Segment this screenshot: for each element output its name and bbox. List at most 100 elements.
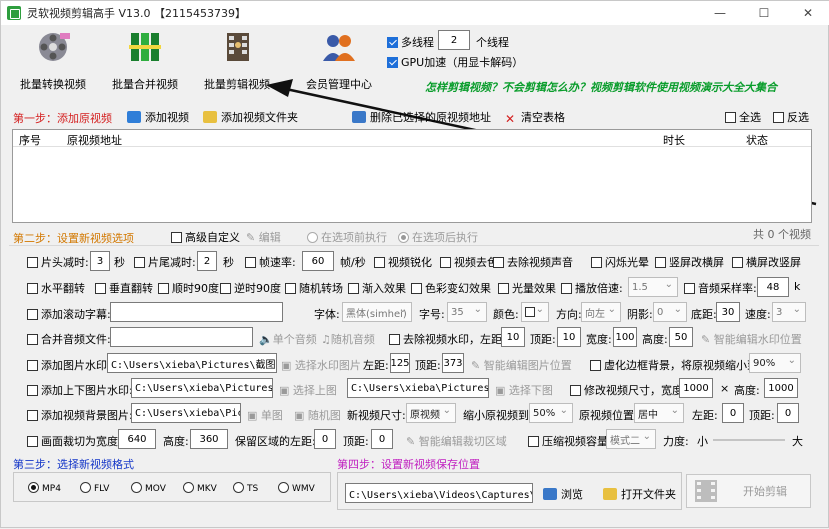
smart-image-position-button[interactable]: ✎ 智能编辑图片位置 [471, 357, 572, 373]
choose-bottom-image-button[interactable]: ▣ 选择下图 [495, 382, 553, 398]
mov-radio[interactable] [131, 482, 142, 493]
remove-audio-checkbox[interactable]: 去除视频声音 [493, 254, 573, 270]
fade-in-check[interactable] [348, 283, 359, 294]
sample-rate-input[interactable]: 48 [757, 277, 789, 297]
blur-background-checkbox[interactable]: 虚化边框背景，将原视频缩小到: [590, 357, 762, 373]
random-transition-check[interactable] [285, 283, 296, 294]
top-bottom-image-checkbox[interactable]: 添加上下图片水印: [27, 382, 133, 398]
remove-watermark-check[interactable] [389, 334, 400, 345]
before-exec-radio[interactable]: 在选项前执行 [307, 229, 387, 245]
light-fx-checkbox[interactable]: 光量效果 [498, 280, 556, 296]
audio-file-input[interactable] [110, 327, 253, 347]
fade-in-checkbox[interactable]: 渐入效果 [348, 280, 406, 296]
random-image-button[interactable]: ▣ 随机图 [294, 407, 341, 423]
bg-image-check[interactable] [27, 410, 38, 421]
select-all-check[interactable] [725, 112, 736, 123]
direction-select[interactable]: 向左 [581, 302, 621, 322]
scroll-subtitle-checkbox[interactable]: 添加滚动字幕: [27, 306, 111, 322]
image-watermark-path[interactable]: C:\Users\xieba\Pictures\截图\Ymhc [107, 353, 277, 373]
crop-width-input[interactable]: 640 [118, 429, 156, 449]
invert-check[interactable] [773, 112, 784, 123]
remove-audio-check[interactable] [493, 257, 504, 268]
bg-image-path[interactable]: C:\Users\xieba\Pictures [131, 403, 241, 423]
keep-top-input[interactable]: 0 [371, 429, 393, 449]
flv-radio[interactable] [80, 482, 91, 493]
single-image-button[interactable]: ▣ 单图 [247, 407, 283, 423]
add-folder-button[interactable]: 添加视频文件夹 [203, 109, 298, 125]
position-select[interactable]: 居中 [634, 403, 684, 423]
light-fx-check[interactable] [498, 283, 509, 294]
fps-input[interactable]: 60 [302, 251, 334, 271]
compress-checkbox[interactable]: 压缩视频容量 [528, 433, 608, 449]
crop-height-input[interactable]: 360 [190, 429, 228, 449]
color-fx-checkbox[interactable]: 色彩变幻效果 [411, 280, 491, 296]
wm-height-input[interactable]: 50 [669, 327, 693, 347]
scroll-speed-select[interactable]: 3 [772, 302, 806, 322]
add-video-button[interactable]: 添加视频 [127, 109, 189, 125]
color-fx-check[interactable] [411, 283, 422, 294]
size-select[interactable]: 35 [447, 302, 487, 322]
shadow-select[interactable]: 0 [653, 302, 687, 322]
merge-audio-check[interactable] [27, 334, 38, 345]
bg-top-input[interactable]: 0 [777, 403, 799, 423]
new-size-select[interactable]: 原视频 [406, 403, 456, 423]
flash-check[interactable] [591, 257, 602, 268]
shrink-select[interactable]: 50% [529, 403, 573, 423]
font-select[interactable]: 黑体(simhei) [342, 302, 412, 322]
video-table[interactable]: 序号 原视频地址 时长 状态 [12, 129, 812, 223]
blur-scale-select[interactable]: 90% [749, 353, 801, 373]
choose-watermark-image-button[interactable]: ▣ 选择水印图片 [281, 357, 361, 373]
resize-height-input[interactable]: 1000 [764, 378, 798, 398]
h2v-checkbox[interactable]: 横屏改竖屏 [732, 254, 801, 270]
start-edit-button[interactable]: 开始剪辑 [686, 474, 811, 508]
remove-watermark-checkbox[interactable]: 去除视频水印，左距: [389, 331, 506, 347]
choose-top-image-button[interactable]: ▣ 选择上图 [279, 382, 337, 398]
clear-table-button[interactable]: ✕ 清空表格 [505, 109, 565, 125]
speed-check[interactable] [561, 283, 572, 294]
speed-select[interactable]: 1.5 [628, 277, 678, 297]
cw90-check[interactable] [158, 283, 169, 294]
sample-rate-check[interactable] [684, 283, 695, 294]
decolor-checkbox[interactable]: 视频去色 [440, 254, 498, 270]
wm-left-input[interactable]: 10 [501, 327, 525, 347]
format-mov-radio[interactable]: MOV [131, 481, 166, 494]
wm-width-input[interactable]: 100 [613, 327, 637, 347]
fps-checkbox[interactable]: 帧速率: [245, 254, 296, 270]
vflip-check[interactable] [95, 283, 106, 294]
sharpen-check[interactable] [374, 257, 385, 268]
delete-selected-button[interactable]: 删除已选择的原视频地址 [352, 109, 491, 125]
format-flv-radio[interactable]: FLV [80, 481, 109, 494]
select-all-button[interactable]: 全选 [725, 109, 761, 125]
tail-cut-check[interactable] [134, 257, 145, 268]
random-transition-checkbox[interactable]: 随机转场 [285, 280, 343, 296]
mp4-radio[interactable] [28, 482, 39, 493]
speed-checkbox[interactable]: 播放倍速: [561, 280, 623, 296]
advanced-check[interactable] [171, 232, 182, 243]
v2h-check[interactable] [655, 257, 666, 268]
bottom-image-path[interactable]: C:\Users\xieba\Pictures\Scree [347, 378, 489, 398]
bg-image-checkbox[interactable]: 添加视频背景图片: [27, 407, 133, 423]
head-cut-check[interactable] [27, 257, 38, 268]
smart-watermark-button[interactable]: ✎ 智能编辑水印位置 [701, 331, 802, 347]
compress-check[interactable] [528, 436, 539, 447]
merge-audio-checkbox[interactable]: 合并音频文件: [27, 331, 111, 347]
hflip-check[interactable] [27, 283, 38, 294]
sample-rate-checkbox[interactable]: 音频采样率: [684, 280, 757, 296]
img-left-input[interactable]: 125 [390, 353, 410, 373]
tail-cut-input[interactable]: 2 [197, 251, 217, 271]
image-watermark-checkbox[interactable]: 添加图片水印: [27, 357, 111, 373]
cw90-checkbox[interactable]: 顺时90度 [158, 280, 219, 296]
crop-check[interactable] [27, 436, 38, 447]
subtitle-text-input[interactable] [110, 302, 283, 322]
resize-video-checkbox[interactable]: 修改视频尺寸，宽度: [570, 382, 687, 398]
resize-width-input[interactable]: 1000 [679, 378, 713, 398]
tail-cut-checkbox[interactable]: 片尾减时: [134, 254, 196, 270]
scroll-subtitle-check[interactable] [27, 309, 38, 320]
crop-checkbox[interactable]: 画面裁切为宽度: [27, 433, 122, 449]
edit-button[interactable]: ✎ 编辑 [246, 229, 281, 245]
after-exec-radio[interactable]: 在选项后执行 [398, 229, 478, 245]
advanced-custom-checkbox[interactable]: 高级自定义 [171, 229, 240, 245]
image-watermark-check[interactable] [27, 360, 38, 371]
wmv-radio[interactable] [278, 482, 289, 493]
resize-video-check[interactable] [570, 385, 581, 396]
